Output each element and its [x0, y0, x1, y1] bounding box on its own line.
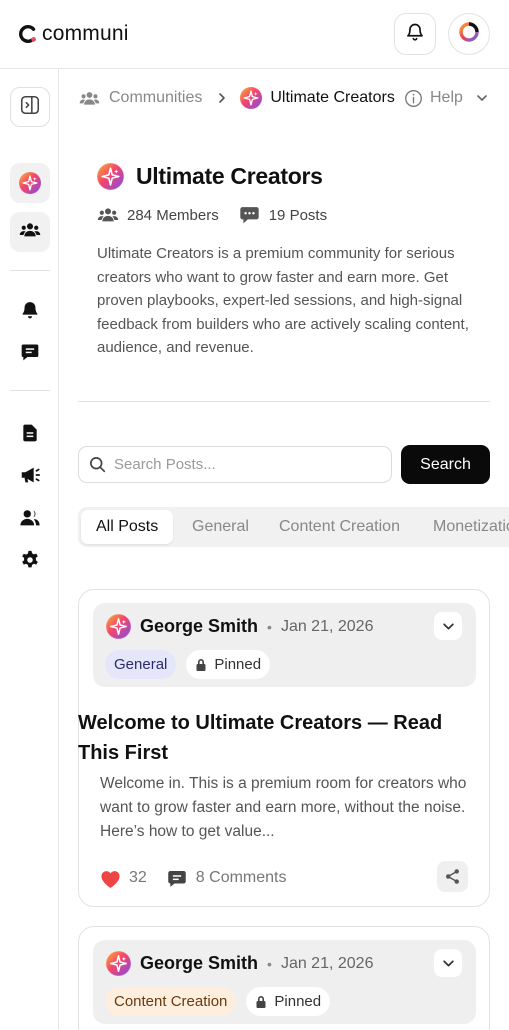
post-excerpt: Welcome in. This is a premium room for c… — [100, 775, 467, 840]
tab-content-creation[interactable]: Content Creation — [279, 510, 400, 544]
separator-dot: • — [267, 618, 272, 635]
like-button[interactable]: 32 — [99, 868, 147, 889]
community-logo-icon — [105, 950, 132, 977]
post-count: 19 Posts — [268, 206, 328, 224]
pinned-badge: Pinned — [246, 987, 331, 1016]
badge-row: Content Creation Pinned — [105, 987, 331, 1016]
community-header: Ultimate Creators — [96, 162, 323, 191]
chat-dots-icon — [239, 205, 260, 225]
community-description: Ultimate Creators is a premium community… — [97, 245, 469, 357]
breadcrumb-communities-link[interactable]: Communities — [109, 89, 202, 107]
search-input[interactable] — [114, 456, 374, 473]
post-header: George Smith • Jan 21, 2026 Content Crea… — [93, 940, 476, 1024]
category-badge[interactable]: Content Creation — [105, 987, 237, 1016]
community-stats: 284 Members 19 Posts — [97, 205, 327, 225]
profile-button[interactable] — [448, 13, 490, 55]
author-name[interactable]: George Smith — [140, 616, 258, 637]
community-logo-icon — [18, 171, 42, 195]
pinned-label: Pinned — [214, 656, 262, 673]
category-badge[interactable]: General — [105, 650, 177, 679]
community-logo-icon — [96, 162, 125, 191]
comments-button[interactable]: 8 Comments — [167, 869, 287, 888]
lock-icon — [255, 995, 267, 1009]
users-icon — [19, 219, 41, 246]
post-card[interactable]: George Smith • Jan 21, 2026 Content Crea… — [78, 926, 490, 1030]
like-count: 32 — [129, 869, 147, 886]
breadcrumb-current: Ultimate Creators — [270, 89, 395, 106]
chat-icon — [20, 342, 40, 367]
sidebar-toggle-icon — [19, 94, 41, 121]
member-count: 284 Members — [127, 206, 219, 224]
chevron-down-icon — [442, 957, 455, 970]
post-date: Jan 21, 2026 — [280, 617, 374, 635]
document-icon — [20, 423, 40, 448]
chevron-right-icon — [216, 92, 228, 104]
separator-dot: • — [267, 955, 272, 972]
post-footer: 32 8 Comments — [99, 864, 469, 892]
sidebar-item-community[interactable] — [10, 163, 50, 203]
author-name[interactable]: George Smith — [140, 953, 258, 974]
user-group-icon — [19, 507, 41, 534]
brand-name: communi — [42, 22, 129, 45]
bell-icon — [20, 300, 40, 325]
comment-icon — [167, 869, 187, 888]
sidebar-divider — [10, 390, 50, 391]
section-divider — [78, 401, 490, 402]
notifications-button[interactable] — [394, 13, 436, 55]
pinned-label: Pinned — [274, 993, 322, 1010]
chevron-down-icon — [476, 92, 488, 104]
community-logo-icon — [105, 613, 132, 640]
community-title: Ultimate Creators — [136, 163, 323, 189]
category-tabs: All Posts General Content Creation Monet… — [78, 507, 509, 547]
pinned-badge: Pinned — [186, 650, 271, 679]
help-label: Help — [430, 89, 463, 106]
gear-icon — [19, 549, 41, 576]
heart-icon — [99, 868, 122, 889]
comment-count: 8 Comments — [195, 869, 287, 886]
tab-monetization[interactable]: Monetization — [433, 510, 509, 544]
lock-icon — [195, 658, 207, 672]
sidebar-divider — [10, 270, 50, 271]
users-icon — [79, 88, 100, 109]
info-icon — [404, 89, 423, 108]
post-date: Jan 21, 2026 — [280, 954, 374, 972]
sidebar-item-documents[interactable] — [10, 415, 50, 455]
post-title[interactable]: Welcome to Ultimate Creators — Read This… — [78, 708, 478, 768]
community-logo-icon — [239, 86, 263, 110]
sidebar-item-settings[interactable] — [10, 542, 50, 582]
sidebar-item-announcements[interactable] — [10, 457, 50, 497]
users-icon — [97, 205, 119, 225]
top-bar: communi — [0, 0, 509, 69]
sidebar-item-messages[interactable] — [10, 334, 50, 374]
badge-row: General Pinned — [105, 650, 271, 679]
megaphone-icon — [19, 464, 41, 491]
bell-icon — [405, 22, 425, 47]
post-options-button[interactable] — [434, 949, 462, 977]
sidebar — [0, 69, 59, 1030]
search-button[interactable]: Search — [401, 445, 490, 484]
profile-ring-icon — [458, 21, 480, 48]
search-field[interactable] — [78, 446, 392, 483]
sidebar-item-notifications[interactable] — [10, 292, 50, 332]
search-icon — [89, 456, 106, 473]
sidebar-toggle-button[interactable] — [10, 87, 50, 127]
help-dropdown[interactable]: Help — [404, 86, 488, 110]
brand-logo[interactable]: communi — [18, 22, 129, 46]
sidebar-item-members[interactable] — [10, 212, 50, 252]
author-row: George Smith • Jan 21, 2026 — [105, 950, 373, 977]
communi-logo-icon — [18, 24, 38, 44]
post-options-button[interactable] — [434, 612, 462, 640]
post-header: George Smith • Jan 21, 2026 General Pinn… — [93, 603, 476, 687]
tab-general[interactable]: General — [192, 510, 249, 544]
author-row: George Smith • Jan 21, 2026 — [105, 613, 373, 640]
tab-all-posts[interactable]: All Posts — [81, 510, 174, 544]
post-card[interactable]: George Smith • Jan 21, 2026 General Pinn… — [78, 589, 490, 907]
chevron-down-icon — [442, 620, 455, 633]
share-button[interactable] — [437, 861, 468, 892]
share-icon — [444, 868, 461, 885]
sidebar-item-team[interactable] — [10, 500, 50, 540]
breadcrumb: Communities Ultimate Creators — [79, 86, 395, 110]
